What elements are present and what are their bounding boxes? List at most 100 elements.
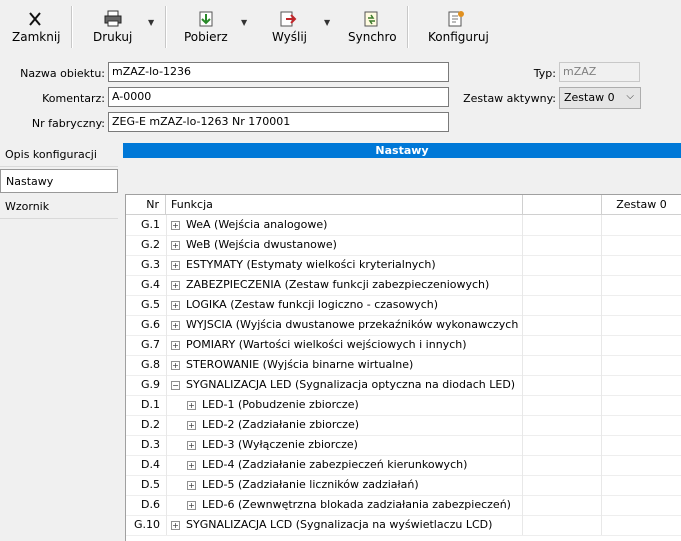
row-function-label: POMIARY (Wartości wielkości wejściowych … [186,338,467,351]
expand-icon[interactable]: + [171,220,180,230]
collapse-icon[interactable]: − [171,380,180,390]
row-function: + POMIARY (Wartości wielkości wejściowych… [166,335,523,355]
table-row[interactable]: D.2 + LED-2 (Zadziałanie zbiorcze) [126,415,681,436]
serial-input[interactable]: ZEG-E mZAZ-lo-1263 Nr 170001 [108,112,449,132]
expand-icon[interactable]: + [171,340,180,350]
object-name-input[interactable]: mZAZ-lo-1236 [108,62,449,82]
expand-icon[interactable]: + [187,460,196,470]
row-function: + LED-4 (Zadziałanie zabezpieczeń kierunk… [166,455,523,475]
tab-config-description[interactable]: Opis konfiguracji [0,143,118,167]
expand-icon[interactable]: + [187,500,196,510]
serial-label: Nr fabryczny: [31,117,105,130]
row-set0-cell[interactable] [602,355,681,375]
tab-template[interactable]: Wzornik [0,195,118,219]
close-button[interactable]: Zamknij [4,0,66,56]
row-set0-cell[interactable] [602,455,681,475]
row-set0-cell[interactable] [602,315,681,335]
expand-icon[interactable]: + [171,240,180,250]
row-set0-cell[interactable] [602,215,681,235]
table-row[interactable]: G.10 + SYGNALIZACJA LCD (Sygnalizacja na w… [126,515,681,536]
row-empty-cell [523,435,602,455]
row-set0-cell[interactable] [602,235,681,255]
row-function-label: WeA (Wejścia analogowe) [186,218,328,231]
download-dropdown-icon[interactable]: ▼ [241,18,247,27]
row-set0-cell[interactable] [602,475,681,495]
table-row[interactable]: G.6 + WYJSCIA (Wyjścia dwustanowe przekaźn… [126,315,681,336]
row-set0-cell[interactable] [602,515,681,535]
table-row[interactable]: G.3 + ESTYMATY (Estymaty wielkości kryteri… [126,255,681,276]
expand-icon[interactable]: + [171,280,180,290]
table-row[interactable]: G.5 + LOGIKA (Zestaw funkcji logiczno - cz… [126,295,681,316]
printer-icon [103,10,123,28]
comment-label: Komentarz: [42,92,105,105]
send-icon [278,10,298,28]
row-set0-cell[interactable] [602,435,681,455]
row-empty-cell [523,415,602,435]
table-row[interactable]: G.1 + WeA (Wejścia analogowe) [126,215,681,236]
table-row[interactable]: G.8 + STEROWANIE (Wyjścia binarne wirtualn… [126,355,681,376]
row-function-label: SYGNALIZACJA LCD (Sygnalizacja na wyświe… [186,518,493,531]
sync-button[interactable]: Synchro [342,0,402,56]
panel-title: Nastawy [123,143,681,158]
row-set0-cell[interactable] [602,495,681,515]
row-empty-cell [523,255,602,275]
row-function: + WeB (Wejścia dwustanowe) [166,235,523,255]
tab-settings[interactable]: Nastawy [0,169,118,193]
expand-icon[interactable]: + [171,300,180,310]
configure-label: Konfiguruj [428,30,489,44]
expand-icon[interactable]: + [171,320,180,330]
row-set0-cell[interactable] [602,335,681,355]
expand-icon[interactable]: + [171,360,180,370]
row-set0-cell[interactable] [602,375,681,395]
table-row[interactable]: D.1 + LED-1 (Pobudzenie zbiorcze) [126,395,681,416]
expand-icon[interactable]: + [187,420,196,430]
expand-icon[interactable]: + [187,480,196,490]
row-function-label: ZABEZPIECZENIA (Zestaw funkcji zabezpiec… [186,278,490,291]
row-number: D.2 [141,418,160,431]
column-header-empty[interactable] [523,195,602,215]
print-label: Drukuj [93,30,133,44]
row-number: G.6 [140,318,160,331]
row-set0-cell[interactable] [602,415,681,435]
row-function: + SYGNALIZACJA LCD (Sygnalizacja na wyświ… [166,515,523,535]
expand-icon[interactable]: + [187,440,196,450]
column-header-nr[interactable]: Nr [126,195,166,215]
expand-icon[interactable]: + [187,400,196,410]
column-header-function[interactable]: Funkcja [166,195,523,215]
row-function-label: ESTYMATY (Estymaty wielkości kryterialny… [186,258,436,271]
row-number: G.1 [140,218,160,231]
comment-input[interactable]: A-0000 [108,87,449,107]
row-function: + LED-1 (Pobudzenie zbiorcze) [166,395,523,415]
configure-icon [446,10,466,28]
row-set0-cell[interactable] [602,295,681,315]
print-dropdown-icon[interactable]: ▼ [148,18,154,27]
row-number: G.2 [140,238,160,251]
row-set0-cell[interactable] [602,255,681,275]
send-button[interactable]: Wyślij ▼ [262,0,340,56]
configure-button[interactable]: Konfiguruj [422,0,494,56]
send-dropdown-icon[interactable]: ▼ [324,18,330,27]
table-row[interactable]: G.9 − SYGNALIZACJA LED (Sygnalizacja optyc… [126,375,681,396]
table-row[interactable]: G.4 + ZABEZPIECZENIA (Zestaw funkcji zabez… [126,275,681,296]
print-button[interactable]: Drukuj ▼ [80,0,162,56]
column-header-set0[interactable]: Zestaw 0 [602,195,681,215]
table-row[interactable]: G.7 + POMIARY (Wartości wielkości wejściow… [126,335,681,356]
row-set0-cell[interactable] [602,275,681,295]
active-set-select[interactable]: Zestaw 0 ⌵ [559,87,641,109]
row-function: + LOGIKA (Zestaw funkcji logiczno - czaso… [166,295,523,315]
download-icon [196,10,216,28]
table-row[interactable]: D.3 + LED-3 (Wyłączenie zbiorcze) [126,435,681,456]
expand-icon[interactable]: + [171,520,180,530]
row-empty-cell [523,315,602,335]
table-row[interactable]: G.2 + WeB (Wejścia dwustanowe) [126,235,681,256]
table-row[interactable]: D.4 + LED-4 (Zadziałanie zabezpieczeń kier… [126,455,681,476]
row-empty-cell [523,295,602,315]
table-row[interactable]: D.5 + LED-5 (Zadziałanie liczników zadział… [126,475,681,496]
row-number: G.7 [140,338,160,351]
download-button[interactable]: Pobierz ▼ [172,0,252,56]
expand-icon[interactable]: + [171,260,180,270]
row-set0-cell[interactable] [602,395,681,415]
row-function: + WYJSCIA (Wyjścia dwustanowe przekaźnikó… [166,315,523,335]
table-row[interactable]: D.6 + LED-6 (Zewnwętrzna blokada zadziałan… [126,495,681,516]
row-empty-cell [523,355,602,375]
